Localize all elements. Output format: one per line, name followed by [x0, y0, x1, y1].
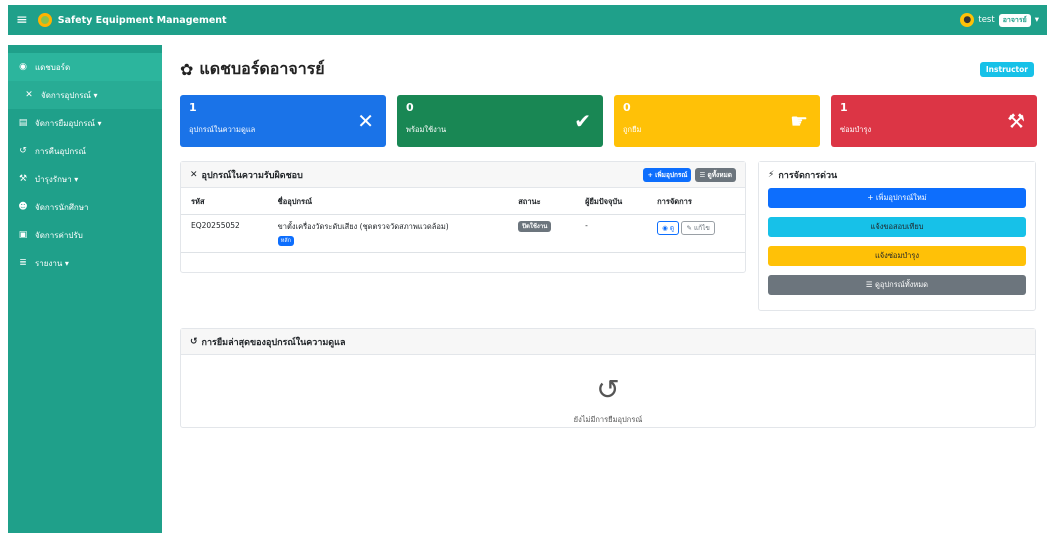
stat-card-borrowed: 0 ถูกยืม ☛	[614, 95, 820, 147]
edit-button[interactable]: ✎ แก้ไข	[681, 221, 715, 235]
card-title: การยืมล่าสุดของอุปกรณ์ในความดูแล	[201, 337, 346, 348]
sidebar: ◉ แดชบอร์ด ✕ จัดการอุปกรณ์ ▾ ▤ จัดการยืมอุป…	[8, 45, 162, 533]
sidebar-item-label: จัดการอุปกรณ์ ▾	[41, 90, 98, 100]
column-header: รหัส	[181, 188, 268, 215]
palette-icon: ✿	[180, 60, 194, 79]
user-icon: ●	[960, 13, 975, 27]
request-calibration-button[interactable]: แจ้งขอสอบเทียบ	[768, 217, 1026, 237]
tools-icon: ✕	[357, 109, 374, 133]
card-title: การจัดการด่วน	[778, 171, 838, 181]
quick-actions-card: ⚡ การจัดการด่วน + เพิ่มอุปกรณ์ใหม่แจ้งขอ…	[758, 161, 1036, 311]
sidebar-item-label: รายงาน ▾	[35, 258, 69, 268]
sidebar-item-maintenance[interactable]: ⚒ บำรุงรักษา ▾	[8, 165, 162, 193]
view-all-equipment-button[interactable]: ☰ ดูอุปกรณ์ทั้งหมด	[768, 275, 1026, 295]
sidebar-item-label: จัดการค่าปรับ	[35, 230, 83, 240]
quick-actions-list: + เพิ่มอุปกรณ์ใหม่แจ้งขอสอบเทียบแจ้งซ่อม…	[759, 188, 1035, 295]
sidebar-item-return[interactable]: ↺ การคืนอุปกรณ์	[8, 137, 162, 165]
history-icon: ↺	[190, 336, 198, 347]
app-brand[interactable]: Safety Equipment Management	[58, 15, 227, 26]
stat-value: 0	[623, 101, 631, 114]
stat-label: อุปกรณ์ในความดูแล	[189, 125, 256, 134]
card-header: ⚡ การจัดการด่วน	[759, 162, 1035, 188]
sidebar-item-equipment[interactable]: ✕ จัดการอุปกรณ์ ▾	[8, 81, 162, 109]
undo-icon: ↺	[19, 146, 27, 156]
column-header: ชื่ออุปกรณ์	[267, 188, 509, 215]
card-header: ✕ อุปกรณ์ในความรับผิดชอบ + เพิ่มอุปกรณ์ …	[181, 162, 745, 188]
borrower: -	[575, 214, 648, 253]
main-tag: หลัก	[277, 236, 294, 246]
empty-state: ↺ ยังไม่มีการยืมอุปกรณ์	[181, 355, 1035, 426]
equipment-card: ✕ อุปกรณ์ในความรับผิดชอบ + เพิ่มอุปกรณ์ …	[180, 161, 746, 273]
status-cell: ปิดใช้งาน	[508, 214, 576, 253]
sidebar-item-label: การคืนอุปกรณ์	[35, 146, 86, 156]
page-title: ✿ แดชบอร์ดอาจารย์	[180, 57, 325, 82]
sidebar-item-students[interactable]: ☻ จัดการนักศึกษา	[8, 193, 162, 221]
actions-cell: ◉ ดู ✎ แก้ไข	[647, 214, 745, 253]
stat-value: 1	[840, 101, 848, 114]
user-name: test	[978, 15, 995, 25]
history-icon: ↺	[596, 373, 620, 406]
stat-label: ถูกยืม	[623, 125, 642, 134]
menu-icon[interactable]: ≡	[16, 12, 28, 28]
palette-icon: ◉	[19, 62, 27, 72]
view-all-button[interactable]: ☰ ดูทั้งหมด	[695, 167, 736, 182]
wrench-icon: ⚒	[18, 174, 28, 184]
stat-card-maintenance: 1 ซ่อมบำรุง ⚒	[831, 95, 1037, 147]
empty-message: ยังไม่มีการยืมอุปกรณ์	[573, 415, 643, 424]
chevron-down-icon: ▾	[1034, 15, 1039, 25]
sidebar-item-reports[interactable]: ≣ รายงาน ▾	[8, 249, 162, 277]
check-circle-icon: ✔	[574, 109, 591, 133]
sidebar-item-dashboard[interactable]: ◉ แดชบอร์ด	[8, 53, 162, 81]
equipment-name: ขาตั้งเครื่องวัดระดับเสียง (ชุดตรวจวัดสภ…	[277, 222, 449, 231]
bolt-icon: ⚡	[768, 170, 775, 180]
card-header: ↺ การยืมล่าสุดของอุปกรณ์ในความดูแล	[181, 329, 1035, 355]
add-new-equipment-button[interactable]: + เพิ่มอุปกรณ์ใหม่	[768, 188, 1026, 208]
stat-value: 1	[189, 101, 197, 114]
stat-card-available: 0 พร้อมใช้งาน ✔	[397, 95, 603, 147]
app-logo	[37, 13, 52, 27]
stat-label: ซ่อมบำรุง	[840, 125, 872, 134]
table-row: EQ20255052 ขาตั้งเครื่องวัดระดับเสียง (ช…	[181, 214, 745, 253]
sidebar-item-fines[interactable]: ▣ จัดการค่าปรับ	[8, 221, 162, 249]
edit-label: แก้ไข	[693, 224, 710, 232]
list-icon: ≣	[19, 258, 27, 268]
sidebar-item-label: จัดการนักศึกษา	[35, 202, 89, 212]
user-menu[interactable]: ● test อาจารย์ ▾	[960, 13, 1039, 27]
clipboard-icon: ▤	[18, 118, 28, 128]
money-icon: ▣	[18, 230, 28, 240]
card-title: อุปกรณ์ในความรับผิดชอบ	[201, 170, 303, 181]
edit-icon: ✎	[686, 224, 694, 232]
equipment-name-cell: ขาตั้งเครื่องวัดระดับเสียง (ชุดตรวจวัดสภ…	[267, 214, 509, 253]
main-content: ✿ แดชบอร์ดอาจารย์ Instructor 1 อุปกรณ์ใน…	[172, 45, 1042, 533]
users-icon: ☻	[18, 202, 28, 212]
add-equipment-button[interactable]: + เพิ่มอุปกรณ์	[643, 167, 692, 182]
column-header: ผู้ยืมปัจจุบัน	[575, 188, 648, 215]
equipment-table: รหัส ชื่ออุปกรณ์ สถานะ ผู้ยืมปัจจุบัน กา…	[181, 188, 745, 253]
recent-borrows-card: ↺ การยืมล่าสุดของอุปกรณ์ในความดูแล ↺ ยัง…	[180, 328, 1036, 428]
column-header: การจัดการ	[647, 188, 745, 215]
stat-card-equipment: 1 อุปกรณ์ในความดูแล ✕	[180, 95, 386, 147]
tools-icon: ✕	[25, 90, 33, 100]
equipment-code: EQ20255052	[181, 214, 268, 253]
sidebar-item-label: แดชบอร์ด	[35, 62, 71, 72]
view-button[interactable]: ◉ ดู	[657, 221, 680, 235]
wrench-icon: ⚒	[1007, 109, 1025, 133]
page-title-text: แดชบอร์ดอาจารย์	[199, 59, 325, 78]
tools-icon: ✕	[190, 169, 198, 180]
column-header: สถานะ	[508, 188, 576, 215]
status-badge: ปิดใช้งาน	[518, 221, 552, 232]
stat-label: พร้อมใช้งาน	[406, 125, 447, 134]
sidebar-item-borrow[interactable]: ▤ จัดการยืมอุปกรณ์ ▾	[8, 109, 162, 137]
role-badge-instructor: Instructor	[979, 62, 1034, 77]
stat-value: 0	[406, 101, 414, 114]
eye-icon: ◉	[662, 224, 670, 232]
role-badge: อาจารย์	[998, 13, 1031, 27]
view-label: ดู	[669, 224, 675, 232]
hand-icon: ☛	[790, 109, 808, 133]
sidebar-item-label: จัดการยืมอุปกรณ์ ▾	[35, 118, 102, 128]
sidebar-item-label: บำรุงรักษา ▾	[35, 174, 79, 184]
request-maintenance-button[interactable]: แจ้งซ่อมบำรุง	[768, 246, 1026, 266]
top-navbar: ≡ Safety Equipment Management ● test อาจ…	[8, 5, 1047, 35]
